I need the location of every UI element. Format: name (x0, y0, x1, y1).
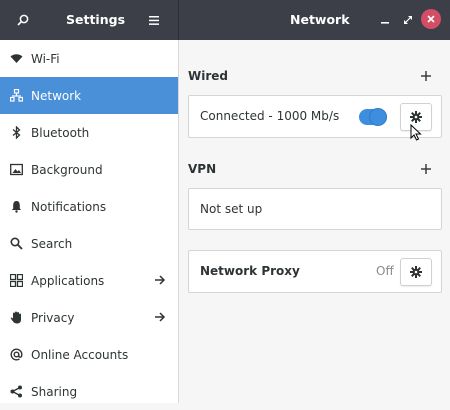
hand-icon (10, 311, 21, 324)
sidebar-item-notifications[interactable]: Notifications (0, 188, 178, 225)
sidebar-item-label: Applications (31, 273, 105, 288)
at-icon (10, 348, 23, 361)
plus-icon (421, 164, 431, 174)
apps-grid-icon (10, 274, 23, 287)
sidebar-item-online-accounts[interactable]: Online Accounts (0, 336, 178, 373)
add-vpn-button[interactable] (418, 161, 434, 177)
mouse-pointer-icon (410, 124, 422, 141)
arrow-right-icon (155, 312, 166, 322)
network-icon (10, 89, 23, 102)
sidebar-item-label: Notifications (31, 199, 107, 214)
arrow-right-icon (155, 275, 166, 285)
network-proxy-label: Network Proxy (200, 264, 300, 278)
wired-connection-label: Connected - 1000 Mb/s (200, 109, 340, 123)
search-icon (10, 237, 23, 250)
sidebar-item-label: Online Accounts (31, 347, 129, 362)
sidebar-item-sharing[interactable]: Sharing (0, 373, 178, 410)
wired-toggle-switch[interactable] (359, 108, 387, 126)
vpn-status-text: Not set up (200, 202, 263, 216)
wired-section-title: Wired (188, 69, 228, 83)
panel-title: Network (290, 12, 350, 27)
gear-icon (410, 266, 422, 278)
minimize-icon (381, 22, 389, 24)
vpn-section-title: VPN (188, 162, 217, 176)
sidebar-item-label: Bluetooth (31, 125, 90, 140)
sidebar-item-label: Network (31, 88, 82, 103)
close-button[interactable] (421, 9, 441, 29)
vpn-card: Not set up (188, 188, 442, 230)
sidebar-item-label: Background (31, 162, 103, 177)
toggle-knob (369, 108, 387, 126)
search-button[interactable] (12, 9, 34, 31)
sidebar-item-search[interactable]: Search (0, 225, 178, 262)
search-icon (17, 14, 29, 26)
bell-icon (11, 201, 22, 213)
network-panel: Wired Connected - 1000 Mb/s VPN Not set … (179, 40, 450, 403)
sidebar-item-background[interactable]: Background (0, 151, 178, 188)
sidebar: Wi-Fi Network Bluetooth Background Notif… (0, 40, 179, 403)
maximize-button[interactable] (397, 9, 419, 31)
close-icon (427, 15, 435, 23)
share-icon (10, 385, 22, 398)
sidebar-item-wifi[interactable]: Wi-Fi (0, 40, 178, 77)
sidebar-item-label: Privacy (31, 310, 75, 325)
sidebar-item-applications[interactable]: Applications (0, 262, 178, 299)
sidebar-item-label: Sharing (31, 384, 78, 399)
bluetooth-icon (12, 126, 21, 139)
gear-icon (410, 111, 422, 123)
plus-icon (421, 71, 431, 81)
image-icon (10, 163, 23, 176)
sidebar-item-label: Wi-Fi (31, 51, 60, 66)
header-bar: Settings Network (0, 0, 450, 40)
network-proxy-settings-button[interactable] (400, 258, 432, 286)
settings-title: Settings (66, 12, 126, 27)
sidebar-item-network[interactable]: Network (0, 77, 178, 114)
header-divider (178, 0, 179, 40)
sidebar-item-label: Search (31, 236, 73, 251)
wired-connection-card: Connected - 1000 Mb/s (188, 95, 442, 138)
menu-button[interactable] (143, 9, 165, 31)
sidebar-item-bluetooth[interactable]: Bluetooth (0, 114, 178, 151)
network-proxy-card[interactable]: Network Proxy Off (188, 250, 442, 293)
sidebar-item-privacy[interactable]: Privacy (0, 299, 178, 336)
hamburger-menu-icon (149, 15, 159, 25)
minimize-button[interactable] (374, 9, 396, 31)
add-wired-button[interactable] (418, 68, 434, 84)
wifi-icon (10, 54, 23, 63)
network-proxy-status: Off (376, 264, 394, 278)
maximize-icon (404, 16, 412, 24)
